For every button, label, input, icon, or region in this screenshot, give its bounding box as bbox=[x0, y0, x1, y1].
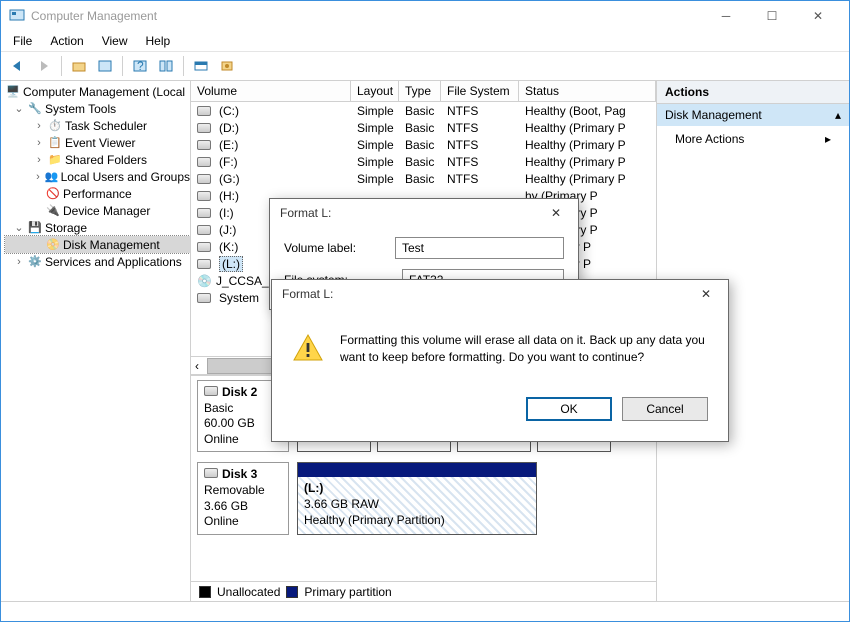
collapse-icon: ▴ bbox=[835, 108, 841, 122]
confirm-message: Formatting this volume will erase all da… bbox=[340, 332, 708, 366]
col-layout[interactable]: Layout bbox=[351, 81, 399, 101]
col-volume[interactable]: Volume bbox=[191, 81, 351, 101]
cancel-button[interactable]: Cancel bbox=[622, 397, 708, 421]
close-icon[interactable]: ✕ bbox=[544, 206, 568, 220]
table-row[interactable]: (G:)SimpleBasicNTFSHealthy (Primary P bbox=[191, 170, 656, 187]
table-row[interactable]: (E:)SimpleBasicNTFSHealthy (Primary P bbox=[191, 136, 656, 153]
volume-label-input[interactable] bbox=[395, 237, 564, 259]
confirm-dialog-title: Format L: bbox=[282, 287, 694, 301]
partition-l[interactable]: (L:) 3.66 GB RAW Healthy (Primary Partit… bbox=[297, 462, 537, 534]
menu-file[interactable]: File bbox=[13, 34, 32, 48]
window-title: Computer Management bbox=[31, 9, 703, 23]
tree-task-scheduler[interactable]: ›⏱️Task Scheduler bbox=[5, 117, 190, 134]
col-status[interactable]: Status bbox=[519, 81, 656, 101]
app-icon bbox=[9, 7, 25, 26]
tree-event-viewer[interactable]: ›📋Event Viewer bbox=[5, 134, 190, 151]
table-row[interactable]: (F:)SimpleBasicNTFSHealthy (Primary P bbox=[191, 153, 656, 170]
table-row[interactable]: (C:)SimpleBasicNTFSHealthy (Boot, Pag bbox=[191, 102, 656, 119]
table-row[interactable]: (D:)SimpleBasicNTFSHealthy (Primary P bbox=[191, 119, 656, 136]
forward-button[interactable] bbox=[33, 55, 55, 77]
close-icon[interactable]: ✕ bbox=[694, 287, 718, 301]
tree-services[interactable]: ›⚙️Services and Applications bbox=[5, 253, 190, 270]
col-type[interactable]: Type bbox=[399, 81, 441, 101]
confirm-dialog[interactable]: Format L: ✕ Formatting this volume will … bbox=[271, 279, 729, 442]
nav-tree[interactable]: 🖥️Computer Management (Local ⌄🔧System To… bbox=[1, 81, 191, 601]
format-dialog-title: Format L: bbox=[280, 206, 544, 220]
maximize-button[interactable]: ☐ bbox=[749, 1, 795, 31]
toolbar: ? bbox=[1, 51, 849, 81]
chevron-right-icon: ▸ bbox=[825, 132, 831, 146]
actions-disk-management[interactable]: Disk Management▴ bbox=[657, 104, 849, 126]
tree-systools[interactable]: ⌄🔧System Tools bbox=[5, 100, 190, 117]
warning-icon bbox=[292, 332, 324, 367]
tree-disk-management[interactable]: 📀Disk Management bbox=[5, 236, 190, 253]
legend: Unallocated Primary partition bbox=[191, 581, 656, 601]
svg-text:?: ? bbox=[137, 59, 144, 73]
view-button[interactable] bbox=[155, 55, 177, 77]
close-button[interactable]: ✕ bbox=[795, 1, 841, 31]
settings-button[interactable] bbox=[216, 55, 238, 77]
menu-view[interactable]: View bbox=[102, 34, 128, 48]
menubar: File Action View Help bbox=[1, 31, 849, 51]
tree-device-manager[interactable]: 🔌Device Manager bbox=[5, 202, 190, 219]
statusbar bbox=[1, 601, 849, 621]
volume-label-label: Volume label: bbox=[284, 241, 395, 255]
menu-action[interactable]: Action bbox=[50, 34, 83, 48]
titlebar: Computer Management ─ ☐ ✕ bbox=[1, 1, 849, 31]
tree-local-users[interactable]: ›👥Local Users and Groups bbox=[5, 168, 190, 185]
refresh-button[interactable] bbox=[190, 55, 212, 77]
disk-3-row[interactable]: Disk 3 Removable 3.66 GB Online (L:) 3.6… bbox=[197, 462, 650, 534]
actions-more[interactable]: More Actions▸ bbox=[657, 126, 849, 152]
up-button[interactable] bbox=[68, 55, 90, 77]
actions-header: Actions bbox=[657, 81, 849, 104]
minimize-button[interactable]: ─ bbox=[703, 1, 749, 31]
properties-button[interactable] bbox=[94, 55, 116, 77]
tree-performance[interactable]: 🚫Performance bbox=[5, 185, 190, 202]
tree-shared-folders[interactable]: ›📁Shared Folders bbox=[5, 151, 190, 168]
tree-storage[interactable]: ⌄💾Storage bbox=[5, 219, 190, 236]
help-button[interactable]: ? bbox=[129, 55, 151, 77]
tree-root[interactable]: 🖥️Computer Management (Local bbox=[5, 83, 190, 100]
back-button[interactable] bbox=[7, 55, 29, 77]
menu-help[interactable]: Help bbox=[146, 34, 171, 48]
ok-button[interactable]: OK bbox=[526, 397, 612, 421]
col-filesystem[interactable]: File System bbox=[441, 81, 519, 101]
